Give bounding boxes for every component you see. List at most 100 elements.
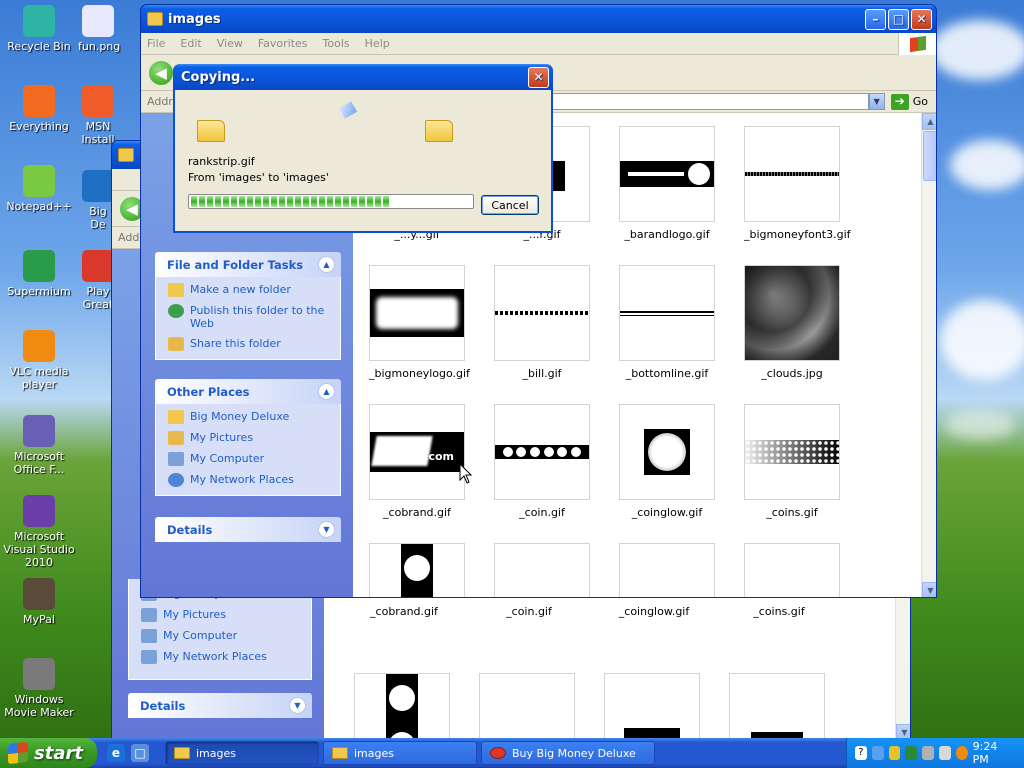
file-thumbnail[interactable] <box>494 543 590 597</box>
new-folder-icon <box>168 283 184 297</box>
other-places-title: Other Places <box>167 384 250 399</box>
file-name: _coin.gif <box>519 506 565 519</box>
folder-icon <box>174 747 190 759</box>
help-icon[interactable]: ? <box>855 746 867 760</box>
network-tray-icon[interactable] <box>871 746 884 760</box>
mouse-cursor-icon <box>459 463 473 484</box>
chevron-up-icon[interactable]: ▲ <box>318 256 335 273</box>
details-box: Details ▼ <box>155 517 341 542</box>
menu-file[interactable]: File <box>147 37 165 50</box>
cancel-button[interactable]: Cancel <box>481 195 539 215</box>
desktop-icon-film-reel[interactable]: Windows Movie Maker <box>0 658 78 719</box>
desktop-icon-raccoon[interactable]: MyPal <box>0 578 78 626</box>
back-arrow-icon[interactable]: ◀ <box>149 60 173 85</box>
search-tray-icon[interactable] <box>955 746 968 760</box>
desktop-icon-image-file[interactable]: fun.png <box>78 5 120 53</box>
menu-view[interactable]: View <box>217 37 243 50</box>
chevron-down-icon[interactable]: ▼ <box>318 521 335 538</box>
place-big-money-deluxe[interactable]: Big Money Deluxe <box>168 410 332 424</box>
progress-block <box>295 196 301 207</box>
progress-block <box>263 196 269 207</box>
vertical-scrollbar[interactable]: ▲ ▼ <box>921 113 936 597</box>
menu-edit[interactable]: Edit <box>180 37 201 50</box>
menu-help[interactable]: Help <box>365 37 390 50</box>
internet-explorer-icon[interactable]: e <box>107 744 125 762</box>
file-thumbnail[interactable]: _cobrand.gif <box>354 599 454 618</box>
publish-folder-link[interactable]: Publish this folder to the Web <box>168 304 332 330</box>
progress-bar <box>188 194 474 209</box>
back-place-link[interactable]: My Pictures <box>141 608 303 622</box>
file-thumbnail[interactable] <box>369 543 465 597</box>
taskbar-button[interactable]: images <box>165 741 319 765</box>
back-place-link[interactable]: My Network Places <box>141 650 303 664</box>
file-thumbnail[interactable]: _coins.gif <box>744 404 840 519</box>
make-new-folder-link[interactable]: Make a new folder <box>168 283 332 297</box>
show-desktop-icon[interactable]: □ <box>131 744 149 762</box>
desktop-icon-visual-studio[interactable]: Microsoft Visual Studio 2010 <box>0 495 78 569</box>
file-thumbnail[interactable] <box>619 543 715 597</box>
maximize-button[interactable]: □ <box>888 8 909 30</box>
file-thumbnail[interactable]: _coinglow.gif <box>604 599 704 618</box>
back-place-link[interactable]: My Computer <box>141 629 303 643</box>
desktop-icon-office[interactable]: Microsoft Office F... <box>0 415 78 476</box>
close-button[interactable]: ✕ <box>528 66 549 88</box>
desktop-icon-label: Recycle Bin <box>7 40 71 53</box>
file-name: _coinglow.gif <box>631 506 703 519</box>
file-thumbnail[interactable] <box>354 673 450 739</box>
share-folder-link[interactable]: Share this folder <box>168 337 332 351</box>
file-name: _coin.gif <box>506 605 552 618</box>
desktop-icon-browser[interactable]: Supermium <box>0 250 78 298</box>
search-icon <box>23 85 55 117</box>
taskbar-button[interactable]: images <box>323 741 477 765</box>
file-thumbnail[interactable]: _barandlogo.gif <box>619 126 715 241</box>
menu-favorites[interactable]: Favorites <box>258 37 308 50</box>
security-icon[interactable] <box>905 746 918 760</box>
dialog-title-bar[interactable]: Copying... ✕ <box>173 64 553 90</box>
file-thumbnail[interactable]: _bill.gif <box>494 265 590 380</box>
place-my-computer[interactable]: My Computer <box>168 452 332 466</box>
file-thumbnail[interactable]: _bigmoneylogo.gif <box>369 265 470 380</box>
file-thumbnail[interactable]: _clouds.jpg <box>744 265 840 380</box>
desktop-icon-msn-butterfly[interactable]: MSN Install <box>78 85 118 146</box>
speaker-icon[interactable] <box>938 746 951 760</box>
file-thumbnail[interactable]: _coins.gif <box>729 599 829 618</box>
file-thumbnail[interactable]: _bigmoneyfont3.gif <box>744 126 851 241</box>
scrollbar-thumb[interactable] <box>923 131 936 181</box>
desktop-icon-recycle-bin[interactable]: Recycle Bin <box>0 5 78 53</box>
place-my-pictures[interactable]: My Pictures <box>168 431 332 445</box>
file-thumbnail[interactable] <box>744 543 840 597</box>
scroll-up-icon[interactable]: ▲ <box>922 113 936 130</box>
file-thumbnail[interactable] <box>479 673 575 739</box>
file-thumbnail[interactable]: _coin.gif <box>494 404 590 519</box>
minimize-button[interactable]: – <box>865 8 886 30</box>
title-bar[interactable]: images – □ ✕ <box>141 5 936 33</box>
tools-icon[interactable] <box>922 746 934 760</box>
other-places-header[interactable]: Other Places ▲ <box>155 379 341 404</box>
desktop-icon-vlc-cone[interactable]: VLC media player <box>0 330 78 391</box>
details-header[interactable]: Details ▼ <box>155 517 341 542</box>
scroll-down-icon[interactable]: ▼ <box>922 582 936 597</box>
start-button[interactable]: start <box>0 738 97 768</box>
file-thumbnail[interactable]: _coinglow.gif <box>619 404 715 519</box>
chevron-up-icon[interactable]: ▲ <box>318 383 335 400</box>
file-thumbnail[interactable]: _bottomline.gif <box>619 265 715 380</box>
desktop-icon-notepad[interactable]: Notepad++ <box>0 165 78 213</box>
file-thumbnail[interactable]: .com _cobrand.gif <box>369 404 465 519</box>
taskbar-button[interactable]: Buy Big Money Deluxe <box>481 741 655 765</box>
shield-icon[interactable] <box>888 746 901 760</box>
chevron-down-icon[interactable]: ▼ <box>868 93 885 110</box>
desktop-icon-label: VLC media player <box>9 365 69 391</box>
thumbnail-image: .com <box>369 404 465 500</box>
desktop-icon-search[interactable]: Everything <box>0 85 78 133</box>
go-button[interactable]: ➔ Go <box>890 93 928 110</box>
file-thumbnail[interactable]: _coin.gif <box>479 599 579 618</box>
progress-block <box>223 196 229 207</box>
chevron-down-icon[interactable]: ▼ <box>289 697 306 714</box>
file-folder-tasks-header[interactable]: File and Folder Tasks ▲ <box>155 252 341 277</box>
place-my-network-places[interactable]: My Network Places <box>168 473 332 487</box>
file-thumbnail[interactable] <box>604 673 700 739</box>
menu-tools[interactable]: Tools <box>323 37 350 50</box>
close-button[interactable]: ✕ <box>911 8 932 30</box>
progress-block <box>199 196 205 207</box>
file-thumbnail[interactable] <box>729 673 825 739</box>
